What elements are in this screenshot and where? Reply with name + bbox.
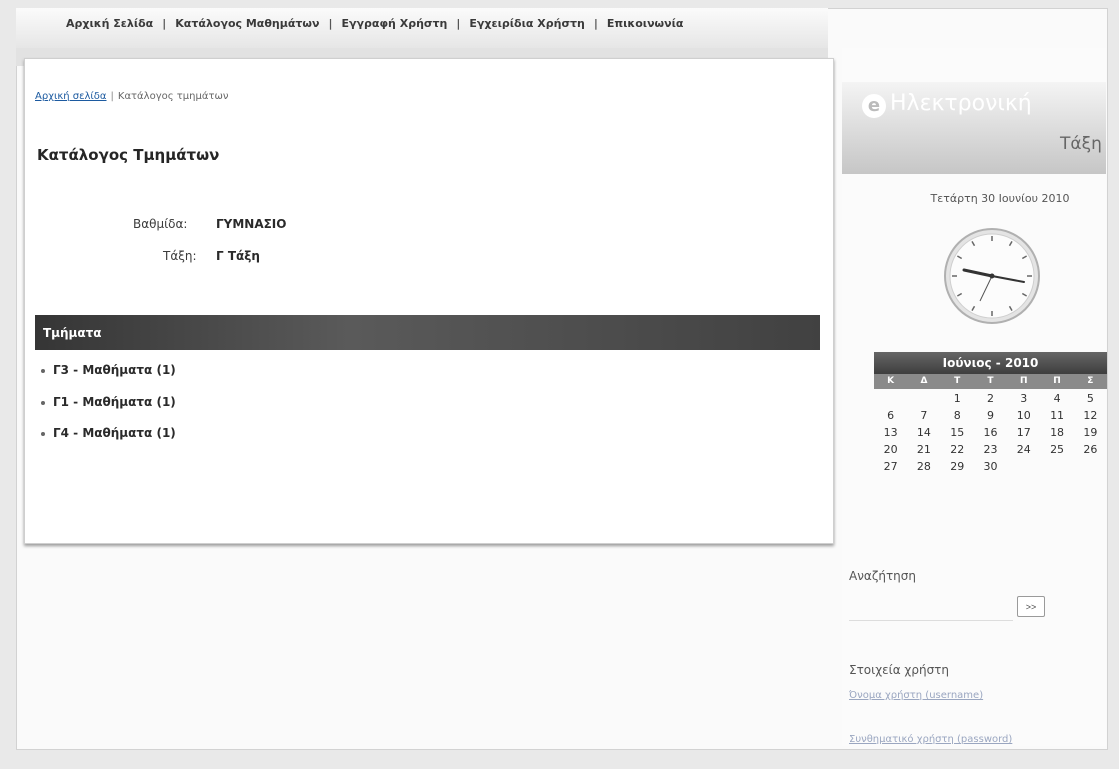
nav-separator: | <box>162 17 167 30</box>
section-link-label: Γ1 - Μαθήματα (1) <box>53 395 176 409</box>
calendar-day[interactable]: 3 <box>1007 392 1040 406</box>
calendar-day[interactable]: 23 <box>974 443 1007 457</box>
analog-clock <box>942 226 1042 330</box>
calendar-day[interactable]: 10 <box>1007 409 1040 423</box>
section-link-label: Γ3 - Μαθήματα (1) <box>53 363 176 377</box>
calendar-day[interactable]: 22 <box>941 443 974 457</box>
calendar-day[interactable]: 2 <box>974 392 1007 406</box>
class-label: Τάξη: <box>163 249 197 263</box>
calendar-day[interactable]: 12 <box>1074 409 1107 423</box>
bullet-icon <box>41 368 45 373</box>
logo-text-line1: Ηλεκτρονική <box>890 91 1032 116</box>
page-title: Κατάλογος Τμημάτων <box>37 146 220 164</box>
section-link-g3[interactable]: Γ3 - Μαθήματα (1) <box>41 363 176 377</box>
level-value: ΓΥΜΝΑΣΙΟ <box>216 217 287 231</box>
breadcrumb-home-link[interactable]: Αρχική σελίδα <box>35 91 107 102</box>
nav-user-manuals[interactable]: Εγχειρίδια Χρήστη <box>469 17 585 30</box>
calendar-weekday: Π <box>1019 376 1028 386</box>
breadcrumb-current: Κατάλογος τμημάτων <box>117 91 229 102</box>
calendar-weekday-row: Κ Δ Τ Τ Π Π Σ <box>874 374 1107 389</box>
calendar-widget: Ιούνιος - 2010 Κ Δ Τ Τ Π Π Σ 1 2 3 4 5 6 7 8 9 10… <box>874 352 1107 474</box>
logo-text-line2: Τάξη <box>1060 134 1102 154</box>
calendar-day[interactable]: 1 <box>941 392 974 406</box>
section-link-g4[interactable]: Γ4 - Μαθήματα (1) <box>41 426 176 440</box>
top-nav: Αρχική Σελίδα | Κατάλογος Μαθημάτων | Εγ… <box>66 17 683 30</box>
calendar-day[interactable]: 4 <box>1040 392 1073 406</box>
calendar-day[interactable]: 16 <box>974 426 1007 440</box>
bullet-icon <box>41 431 45 436</box>
calendar-day[interactable]: 20 <box>874 443 907 457</box>
calendar-day[interactable]: 21 <box>907 443 940 457</box>
calendar-day[interactable]: 11 <box>1040 409 1073 423</box>
search-label: Αναζήτηση <box>849 569 916 583</box>
section-link-label: Γ4 - Μαθήματα (1) <box>53 426 176 440</box>
calendar-day[interactable]: 29 <box>941 460 974 474</box>
nav-user-registration[interactable]: Εγγραφή Χρήστη <box>342 17 448 30</box>
username-field-link[interactable]: Όνομα χρήστη (username) <box>849 690 983 701</box>
logo-e-icon: e <box>862 94 886 118</box>
class-value: Γ Τάξη <box>216 249 260 263</box>
calendar-day-grid: 1 2 3 4 5 6 7 8 9 10 11 12 13 14 15 16 17 18 19 20 21 22 23 24 2… <box>874 392 1107 474</box>
password-field-link[interactable]: Συνθηματικό χρήστη (password) <box>849 734 1012 745</box>
bullet-icon <box>41 400 45 405</box>
calendar-weekday: Τ <box>954 376 961 386</box>
calendar-weekday: Δ <box>920 376 928 386</box>
nav-contact[interactable]: Επικοινωνία <box>607 17 684 30</box>
search-input[interactable] <box>849 598 1013 621</box>
calendar-month-title[interactable]: Ιούνιος - 2010 <box>874 352 1107 374</box>
nav-separator: | <box>456 17 461 30</box>
calendar-weekday: Κ <box>887 376 895 386</box>
calendar-day[interactable]: 6 <box>874 409 907 423</box>
level-label: Βαθμίδα: <box>133 217 188 231</box>
calendar-day[interactable]: 9 <box>974 409 1007 423</box>
current-date: Τετάρτη 30 Ιουνίου 2010 <box>930 192 1070 205</box>
calendar-day[interactable]: 5 <box>1074 392 1107 406</box>
site-logo: e Ηλεκτρονική Τάξη <box>842 82 1106 174</box>
breadcrumb-separator: | <box>110 91 114 102</box>
user-section-title: Στοιχεία χρήστη <box>849 663 950 677</box>
calendar-day[interactable]: 14 <box>907 426 940 440</box>
calendar-day[interactable]: 30 <box>974 460 1007 474</box>
sections-header-label: Τμήματα <box>43 326 102 340</box>
sections-header: Τμήματα <box>35 315 820 350</box>
calendar-weekday: Τ <box>987 376 994 386</box>
calendar-day[interactable]: 18 <box>1040 426 1073 440</box>
calendar-day[interactable]: 19 <box>1074 426 1107 440</box>
calendar-weekday: Π <box>1053 376 1061 386</box>
calendar-day[interactable]: 28 <box>907 460 940 474</box>
nav-course-catalog[interactable]: Κατάλογος Μαθημάτων <box>175 17 319 30</box>
calendar-empty-cell <box>874 392 907 406</box>
calendar-day[interactable]: 15 <box>941 426 974 440</box>
nav-separator: | <box>593 17 598 30</box>
calendar-day[interactable]: 27 <box>874 460 907 474</box>
main-content-panel: Αρχική σελίδα | Κατάλογος τμημάτων Κατάλογ… <box>24 58 834 544</box>
breadcrumb: Αρχική σελίδα | Κατάλογος τμημάτων <box>35 91 228 102</box>
calendar-day[interactable]: 17 <box>1007 426 1040 440</box>
calendar-day[interactable]: 13 <box>874 426 907 440</box>
search-submit-button[interactable]: >> <box>1017 596 1045 617</box>
nav-home[interactable]: Αρχική Σελίδα <box>66 17 153 30</box>
section-link-g1[interactable]: Γ1 - Μαθήματα (1) <box>41 395 176 409</box>
calendar-weekday: Σ <box>1087 376 1094 386</box>
calendar-day[interactable]: 7 <box>907 409 940 423</box>
calendar-day[interactable]: 26 <box>1074 443 1107 457</box>
calendar-day[interactable]: 25 <box>1040 443 1073 457</box>
calendar-day[interactable]: 8 <box>941 409 974 423</box>
calendar-day[interactable]: 24 <box>1007 443 1040 457</box>
calendar-empty-cell <box>907 392 940 406</box>
nav-separator: | <box>328 17 333 30</box>
